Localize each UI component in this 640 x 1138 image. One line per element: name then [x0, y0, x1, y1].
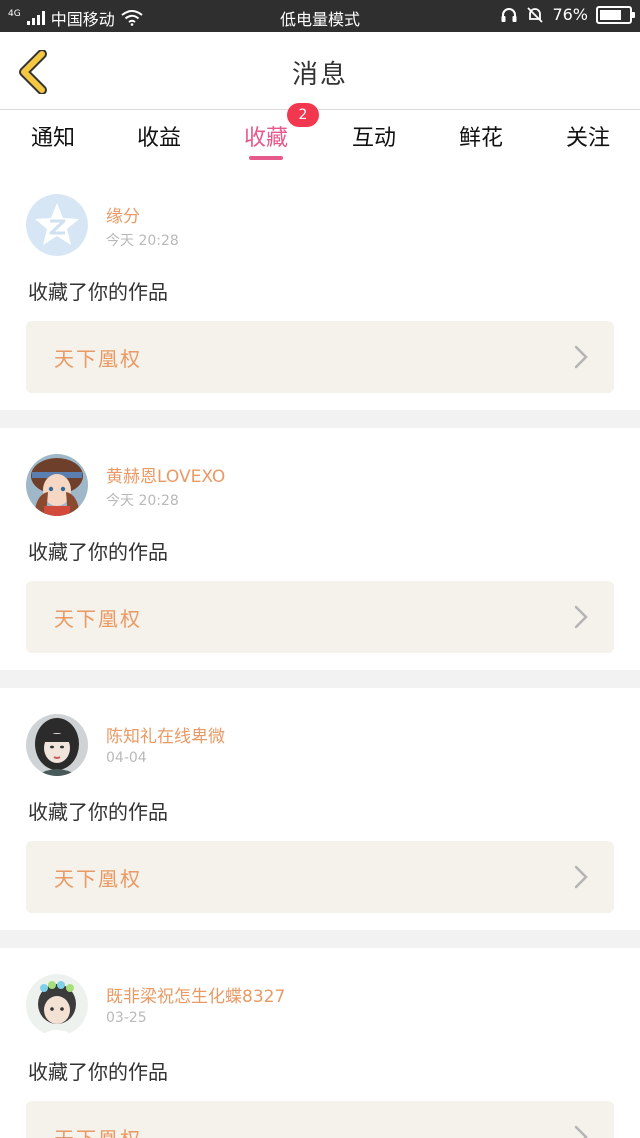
- tab-earnings[interactable]: 收益: [119, 120, 199, 152]
- chevron-right-icon: [574, 865, 588, 889]
- battery-percent: 76%: [552, 5, 588, 24]
- work-link[interactable]: 天下凰权: [26, 1101, 614, 1138]
- divider: [0, 670, 640, 688]
- avatar[interactable]: [26, 454, 88, 516]
- work-title: 天下凰权: [54, 867, 142, 891]
- divider: [0, 930, 640, 948]
- avatar[interactable]: [26, 974, 88, 1036]
- message-card: 既非梁祝怎生化蝶8327 03-25 收藏了你的作品 天下凰权: [0, 948, 640, 1138]
- message-text: 收藏了你的作品: [28, 800, 168, 824]
- battery-fill: [600, 9, 622, 20]
- status-bar: 4G 中国移动 低电量模式 76%: [0, 0, 640, 32]
- message-card: 陈知礼在线卑微 04-04 收藏了你的作品 天下凰权: [0, 688, 640, 930]
- anime-girl-portrait-icon: [26, 454, 88, 516]
- work-link[interactable]: 天下凰权: [26, 321, 614, 393]
- work-link[interactable]: 天下凰权: [26, 841, 614, 913]
- username[interactable]: 既非梁祝怎生化蝶8327: [106, 982, 285, 1007]
- username[interactable]: 黄赫恩LOVEXO: [106, 462, 225, 487]
- girl-portrait-icon: [26, 714, 88, 776]
- timestamp: 今天 20:28: [106, 493, 179, 509]
- chevron-right-icon: [574, 345, 588, 369]
- message-text: 收藏了你的作品: [28, 1060, 168, 1084]
- avatar[interactable]: [26, 714, 88, 776]
- work-title: 天下凰权: [54, 1123, 142, 1138]
- tab-interactions[interactable]: 互动: [334, 120, 414, 152]
- status-right: 76%: [500, 5, 635, 24]
- username[interactable]: 陈知礼在线卑微: [106, 722, 225, 747]
- message-card: 黄赫恩LOVEXO 今天 20:28 收藏了你的作品 天下凰权: [0, 428, 640, 670]
- work-title: 天下凰权: [54, 607, 142, 631]
- timestamp: 03-25: [106, 1010, 147, 1026]
- username[interactable]: 缘分: [106, 202, 140, 227]
- tab-flowers[interactable]: 鲜花: [441, 120, 521, 152]
- header-bar: 消息: [0, 32, 640, 110]
- favorites-count-badge: 2: [287, 103, 319, 127]
- timestamp: 04-04: [106, 750, 147, 766]
- mute-bell-icon: [527, 6, 544, 23]
- page-title: 消息: [291, 60, 348, 90]
- headset-icon: [501, 7, 517, 22]
- message-text: 收藏了你的作品: [28, 280, 168, 304]
- chevron-right-icon: [574, 1125, 588, 1138]
- tab-follows[interactable]: 关注: [548, 120, 628, 152]
- avatar[interactable]: [26, 194, 88, 256]
- message-card: 缘分 今天 20:28 收藏了你的作品 天下凰权: [0, 168, 640, 410]
- active-tab-indicator: [249, 156, 283, 160]
- divider: [0, 410, 640, 428]
- tab-bar: 通知 收益 收藏 互动 鲜花 关注: [0, 110, 640, 162]
- work-title: 天下凰权: [54, 347, 142, 371]
- girl-with-flower-crown-icon: [26, 974, 88, 1036]
- work-link[interactable]: 天下凰权: [26, 581, 614, 653]
- chevron-right-icon: [574, 605, 588, 629]
- timestamp: 今天 20:28: [106, 233, 179, 249]
- message-text: 收藏了你的作品: [28, 540, 168, 564]
- battery-icon: [596, 5, 635, 24]
- qzone-logo-icon: [26, 194, 88, 256]
- tab-notifications[interactable]: 通知: [13, 120, 93, 152]
